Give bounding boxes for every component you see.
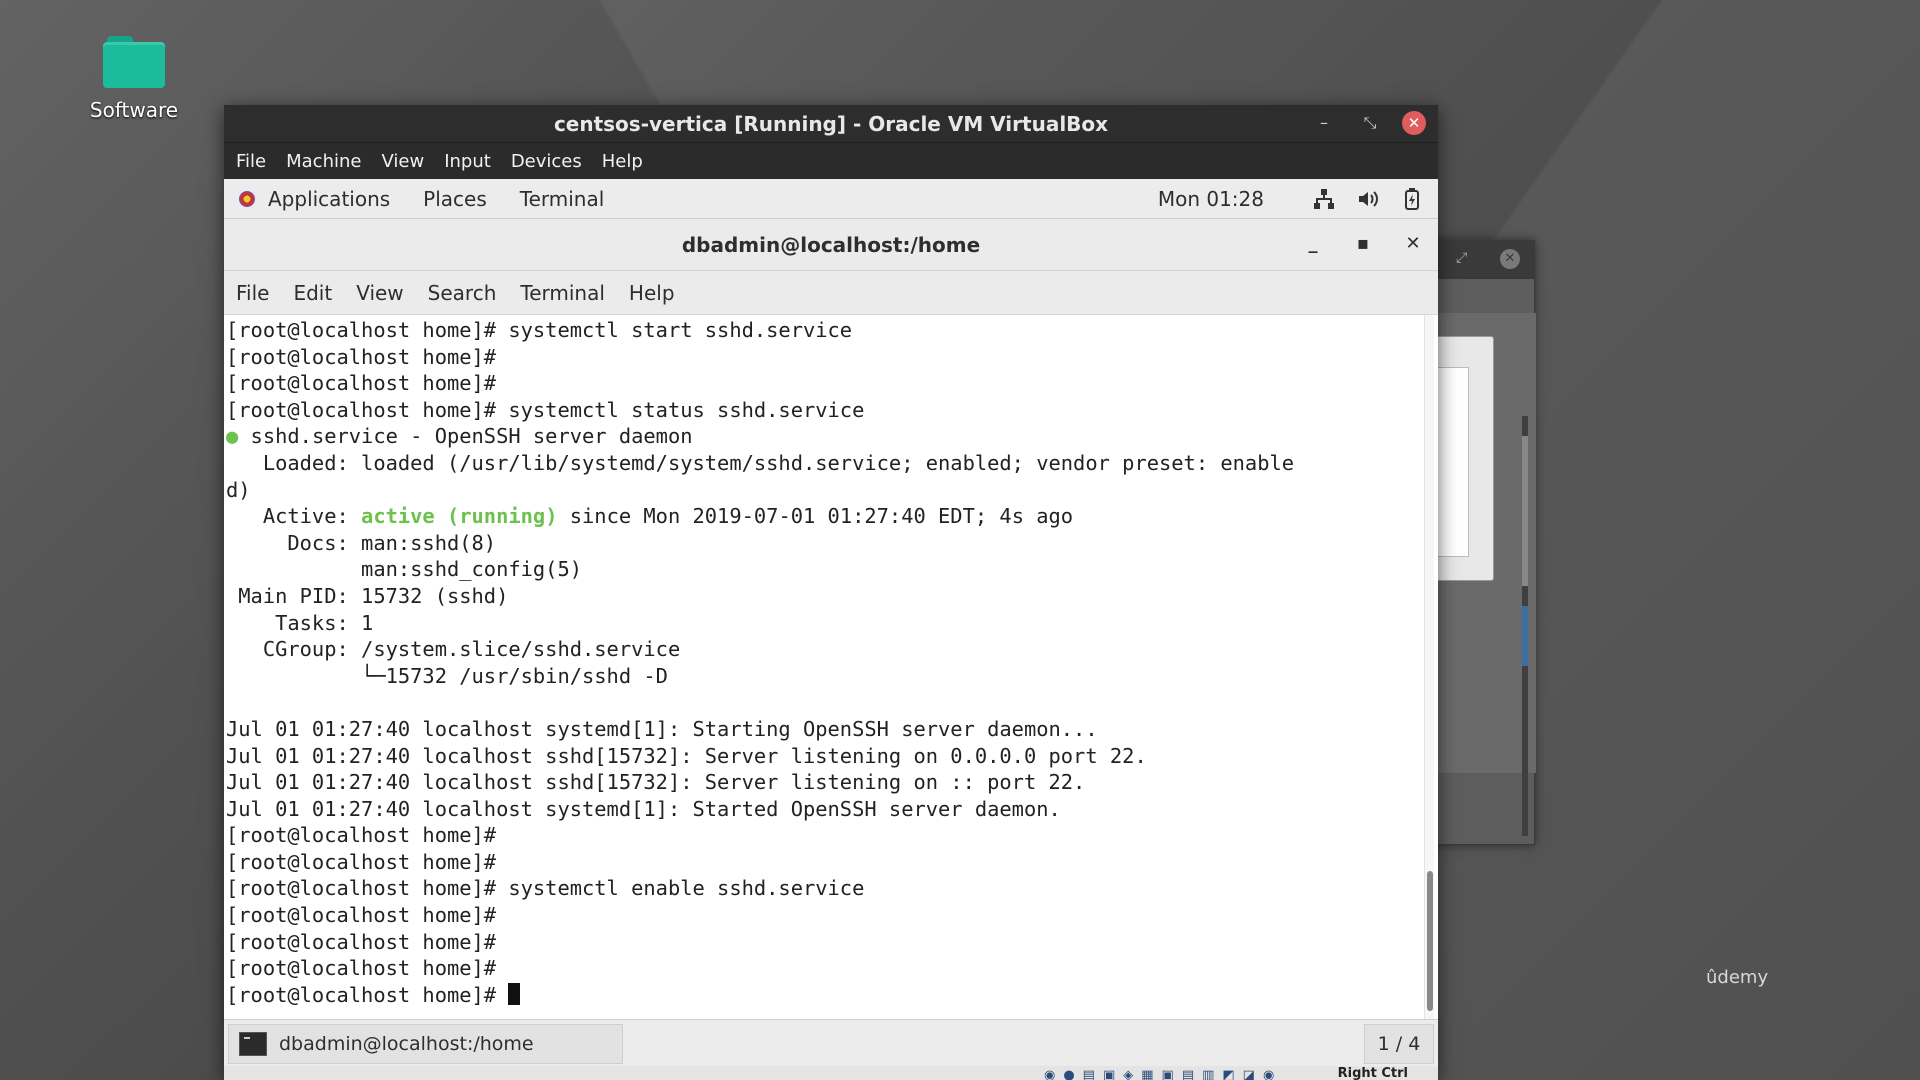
terminal-titlebar[interactable]: dbadmin@localhost:/home _ ▪ ✕ <box>224 219 1438 271</box>
terminal-menubar: File Edit View Search Terminal Help <box>224 271 1438 315</box>
minimize-icon[interactable]: – <box>1312 111 1336 135</box>
active-state: active (running) <box>361 504 558 529</box>
vbox-menu-view[interactable]: View <box>381 151 424 172</box>
terminal-active-line: Active: active (running) since Mon 2019-… <box>226 503 1416 530</box>
terminal-prompt-line[interactable]: [root@localhost home]# <box>226 982 1416 1009</box>
terminal-line: [root@localhost home]# <box>226 849 497 874</box>
minimize-icon[interactable]: _ <box>1300 231 1326 257</box>
panel-clock[interactable]: Mon 01:28 <box>1158 187 1264 211</box>
terminal-line: └─15732 /usr/sbin/sshd -D <box>226 663 668 688</box>
terminal-line: Jul 01 01:27:40 localhost systemd[1]: St… <box>226 796 1061 821</box>
panel-terminal-app[interactable]: Terminal <box>520 187 605 211</box>
terminal-line: Main PID: 15732 (sshd) <box>226 583 509 608</box>
terminal-line: [root@localhost home]# systemctl enable … <box>226 876 865 901</box>
udemy-watermark: ûdemy <box>1706 967 1769 988</box>
virtualbox-menubar: File Machine View Input Devices Help <box>224 142 1438 179</box>
vbox-menu-help[interactable]: Help <box>602 151 643 172</box>
applications-icon[interactable] <box>236 188 258 210</box>
terminal-output-area[interactable]: [root@localhost home]# systemctl start s… <box>224 315 1438 1019</box>
terminal-line: Tasks: 1 <box>226 610 374 635</box>
terminal-menu-help[interactable]: Help <box>629 281 675 305</box>
terminal-menu-file[interactable]: File <box>236 281 269 305</box>
text-cursor <box>508 982 521 1005</box>
terminal-line: man:sshd_config(5) <box>226 557 583 582</box>
taskbar-item-label: dbadmin@localhost:/home <box>279 1033 534 1055</box>
virtualbox-window[interactable]: centsos-vertica [Running] - Oracle VM Vi… <box>224 105 1438 1080</box>
background-window-scrollbar[interactable] <box>1522 416 1528 836</box>
terminal-line: [root@localhost home]# <box>226 344 497 369</box>
workspace-pager[interactable]: 1 / 4 <box>1364 1024 1434 1064</box>
terminal-line: Jul 01 01:27:40 localhost systemd[1]: St… <box>226 716 1098 741</box>
desktop-icon-label: Software <box>89 98 179 122</box>
virtualbox-title: centsos-vertica [Running] - Oracle VM Vi… <box>553 112 1109 136</box>
terminal-line: [root@localhost home]# systemctl status … <box>226 397 865 422</box>
terminal-text: [root@localhost home]# systemctl start s… <box>226 317 1416 1008</box>
host-key-label: Right Ctrl <box>1337 1066 1408 1080</box>
terminal-line: [root@localhost home]# <box>226 929 497 954</box>
terminal-line: d) <box>226 477 251 502</box>
guest-top-panel: Applications Places Terminal Mon 01:28 <box>224 179 1438 219</box>
terminal-scrollbar-thumb[interactable] <box>1427 871 1433 1011</box>
folder-icon <box>103 36 165 88</box>
active-suffix: since Mon 2019-07-01 01:27:40 EDT; 4s ag… <box>557 504 1074 529</box>
virtualbox-statusbar: ◉●▤▣◈▦▣▤▥◩◪◉ Right Ctrl <box>224 1066 1438 1080</box>
terminal-menu-search[interactable]: Search <box>428 281 497 305</box>
panel-applications-menu[interactable]: Applications <box>268 187 390 211</box>
terminal-line: [root@localhost home]# <box>226 903 497 928</box>
panel-places-menu[interactable]: Places <box>423 187 487 211</box>
vbox-menu-file[interactable]: File <box>236 151 266 172</box>
terminal-line: [root@localhost home]# <box>226 371 497 396</box>
background-window-titlebar[interactable]: ⤢ ✕ <box>1426 241 1534 279</box>
virtualbox-titlebar[interactable]: centsos-vertica [Running] - Oracle VM Vi… <box>224 105 1438 142</box>
service-name: sshd.service - OpenSSH server daemon <box>238 424 693 449</box>
terminal-prompt: [root@localhost home]# <box>226 982 509 1007</box>
volume-icon[interactable] <box>1356 187 1380 211</box>
battery-icon[interactable] <box>1400 187 1424 211</box>
vbox-menu-devices[interactable]: Devices <box>511 151 582 172</box>
terminal-menu-terminal[interactable]: Terminal <box>520 281 605 305</box>
guest-bottom-panel: dbadmin@localhost:/home 1 / 4 <box>224 1019 1438 1067</box>
status-dot-icon: ● <box>226 424 239 449</box>
terminal-icon <box>239 1032 267 1056</box>
device-status-icons: ◉●▤▣◈▦▣▤▥◩◪◉ <box>1044 1068 1283 1080</box>
terminal-line: Jul 01 01:27:40 localhost sshd[15732]: S… <box>226 743 1147 768</box>
terminal-line: Jul 01 01:27:40 localhost sshd[15732]: S… <box>226 770 1086 795</box>
restore-icon[interactable]: ⤡ <box>1358 111 1382 135</box>
active-prefix: Active: <box>226 504 362 529</box>
terminal-line: Docs: man:sshd(8) <box>226 530 497 555</box>
taskbar-item-terminal[interactable]: dbadmin@localhost:/home <box>228 1024 623 1064</box>
close-icon[interactable]: ✕ <box>1500 249 1520 269</box>
network-icon[interactable] <box>1312 187 1336 211</box>
vbox-menu-machine[interactable]: Machine <box>286 151 361 172</box>
terminal-service-line: ● sshd.service - OpenSSH server daemon <box>226 423 1416 450</box>
vbox-menu-input[interactable]: Input <box>444 151 491 172</box>
terminal-menu-view[interactable]: View <box>356 281 403 305</box>
terminal-line: [root@localhost home]# <box>226 956 497 981</box>
terminal-line: [root@localhost home]# <box>226 823 497 848</box>
maximize-icon[interactable]: ▪ <box>1350 231 1376 257</box>
terminal-line: CGroup: /system.slice/sshd.service <box>226 637 681 662</box>
terminal-scrollbar[interactable] <box>1424 315 1434 1019</box>
close-icon[interactable]: ✕ <box>1402 111 1426 135</box>
maximize-icon[interactable]: ⤢ <box>1456 250 1467 266</box>
terminal-menu-edit[interactable]: Edit <box>293 281 332 305</box>
desktop-icon-software[interactable]: Software <box>82 36 186 122</box>
terminal-title: dbadmin@localhost:/home <box>681 233 981 257</box>
terminal-line: [root@localhost home]# systemctl start s… <box>226 318 853 342</box>
background-window[interactable]: ⤢ ✕ <box>1425 240 1536 845</box>
terminal-line: Loaded: loaded (/usr/lib/systemd/system/… <box>226 450 1295 475</box>
close-icon[interactable]: ✕ <box>1400 231 1426 257</box>
